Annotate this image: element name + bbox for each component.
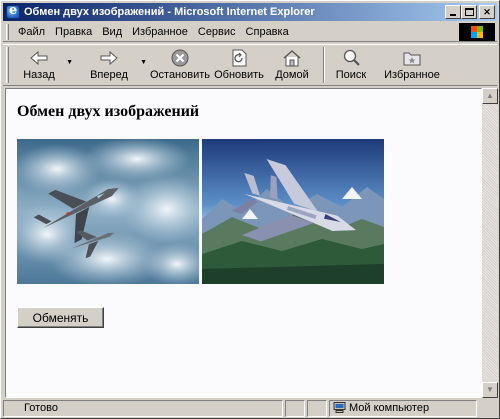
menu-view[interactable]: Вид bbox=[97, 26, 127, 38]
forward-arrow-icon bbox=[100, 50, 118, 66]
minimize-button[interactable] bbox=[445, 5, 461, 19]
menu-grip[interactable] bbox=[6, 23, 9, 40]
window-controls: ✕ bbox=[445, 5, 495, 19]
aircraft-image-2 bbox=[202, 139, 384, 284]
close-button[interactable]: ✕ bbox=[479, 5, 495, 19]
browser-window: Обмен двух изображений - Microsoft Inter… bbox=[0, 0, 500, 419]
scroll-up-icon: ▲ bbox=[486, 91, 494, 100]
menu-tools[interactable]: Сервис bbox=[193, 26, 241, 38]
maximize-button[interactable] bbox=[461, 5, 477, 19]
aircraft-clouds-picture bbox=[17, 139, 199, 284]
aircraft-mountains-picture bbox=[202, 139, 384, 284]
maximize-icon bbox=[465, 8, 474, 16]
back-label: Назад bbox=[23, 69, 55, 81]
search-label: Поиск bbox=[335, 69, 367, 81]
zone-label: Мой компьютер bbox=[349, 402, 430, 414]
favorites-label: Избранное bbox=[384, 69, 440, 81]
windows-flag-icon bbox=[471, 26, 483, 38]
page-heading: Обмен двух изображений bbox=[17, 103, 200, 120]
forward-button[interactable]: Вперед ▼ bbox=[79, 45, 147, 85]
scroll-down-button[interactable]: ▼ bbox=[482, 382, 498, 398]
home-button[interactable]: Домой bbox=[267, 45, 317, 85]
status-text-panel: Готово bbox=[3, 400, 283, 417]
refresh-label: Обновить bbox=[214, 69, 264, 81]
swap-button[interactable]: Обменять bbox=[17, 307, 104, 328]
back-dropdown-icon[interactable]: ▼ bbox=[66, 59, 73, 66]
forward-label: Вперед bbox=[90, 69, 128, 81]
computer-icon bbox=[333, 401, 346, 413]
toolbar: Назад ▼ Вперед ▼ Остановить Обновить Дом… bbox=[3, 44, 497, 86]
toolbar-grip[interactable] bbox=[6, 47, 9, 83]
menu-file[interactable]: Файл bbox=[13, 26, 50, 38]
menu-bar: Файл Правка Вид Избранное Сервис Справка bbox=[3, 22, 497, 42]
refresh-button[interactable]: Обновить bbox=[211, 45, 267, 85]
aircraft-image-1 bbox=[17, 139, 199, 284]
back-arrow-icon bbox=[30, 50, 48, 66]
favorites-button[interactable]: Избранное bbox=[379, 45, 445, 85]
scroll-down-icon: ▼ bbox=[486, 385, 494, 394]
status-panel-2 bbox=[307, 400, 327, 417]
ie-icon bbox=[6, 3, 20, 19]
menu-edit[interactable]: Правка bbox=[50, 26, 97, 38]
menu-favorites[interactable]: Избранное bbox=[127, 26, 193, 38]
window-title: Обмен двух изображений - Microsoft Inter… bbox=[24, 6, 315, 18]
stop-label: Остановить bbox=[149, 69, 211, 81]
minimize-icon bbox=[450, 14, 456, 16]
search-button[interactable]: Поиск bbox=[331, 45, 371, 85]
status-panel-1 bbox=[285, 400, 305, 417]
toolbar-separator bbox=[323, 47, 325, 83]
stop-icon bbox=[171, 49, 189, 67]
home-icon bbox=[283, 50, 301, 67]
menu-help[interactable]: Справка bbox=[241, 26, 294, 38]
favorites-icon bbox=[403, 52, 421, 66]
status-bar: Готово Мой компьютер bbox=[3, 400, 497, 417]
back-button[interactable]: Назад ▼ bbox=[13, 45, 73, 85]
forward-dropdown-icon[interactable]: ▼ bbox=[140, 59, 147, 66]
refresh-icon bbox=[232, 49, 247, 67]
close-icon: ✕ bbox=[483, 7, 491, 17]
home-label: Домой bbox=[275, 69, 309, 81]
search-icon bbox=[343, 49, 360, 66]
vertical-scrollbar[interactable]: ▲ ▼ bbox=[482, 88, 498, 398]
page-content: Обмен двух изображений Обменять bbox=[5, 88, 482, 398]
title-bar[interactable]: Обмен двух изображений - Microsoft Inter… bbox=[3, 3, 497, 21]
status-text: Готово bbox=[24, 402, 58, 414]
zone-panel: Мой компьютер bbox=[329, 400, 477, 417]
windows-logo bbox=[459, 23, 495, 41]
scroll-up-button[interactable]: ▲ bbox=[482, 88, 498, 104]
stop-button[interactable]: Остановить bbox=[149, 45, 211, 85]
